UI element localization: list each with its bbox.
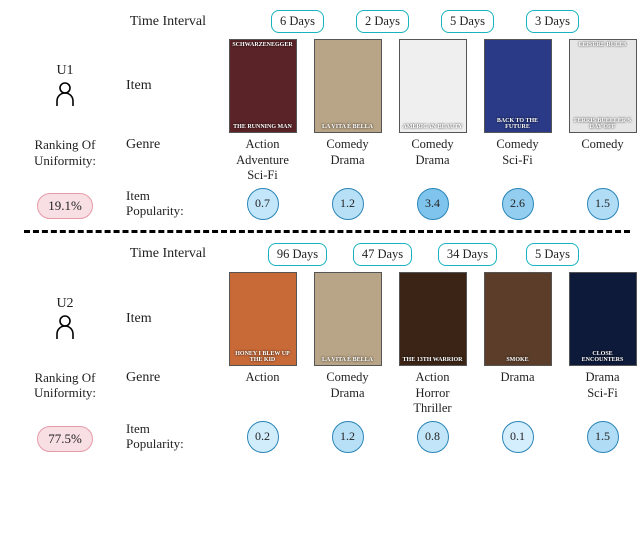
ranking-pill: 77.5% <box>37 426 93 452</box>
genre-row: Ranking Of Uniformity: Genre Action Come… <box>10 370 630 417</box>
genre-label: Genre <box>120 370 220 386</box>
time-chip: 47 Days <box>340 243 425 266</box>
user-block-2: Time Interval 96 Days 47 Days 34 Days 5 … <box>10 243 630 453</box>
ranking-pill: 19.1% <box>37 193 93 219</box>
movie-poster: LA VITA È BELLA <box>314 39 382 133</box>
popularity-label: Item Popularity: <box>120 189 220 219</box>
ranking-label: Ranking Of Uniformity: <box>10 370 120 401</box>
popularity-chip: 1.5 <box>587 421 619 453</box>
time-chip: 6 Days <box>255 10 340 33</box>
time-interval-row: Time Interval 96 Days 47 Days 34 Days 5 … <box>10 243 630 266</box>
time-chip: 96 Days <box>255 243 340 266</box>
user-id: U2 <box>10 296 120 312</box>
user-id: U1 <box>10 63 120 79</box>
time-chip: 2 Days <box>340 10 425 33</box>
genre-text: Action Adventure Sci-Fi <box>220 137 305 184</box>
movie-poster: CLOSE ENCOUNTERS <box>569 272 637 366</box>
movie-poster: LA VITA È BELLA <box>314 272 382 366</box>
genre-text: Drama <box>475 370 560 386</box>
movie-poster: THE 13TH WARRIOR <box>399 272 467 366</box>
popularity-chip: 0.2 <box>247 421 279 453</box>
popularity-chip: 1.2 <box>332 421 364 453</box>
item-row: U2 Item HONEY I BLEW UP THE KID LA VITA … <box>10 272 630 366</box>
genre-text: Comedy Sci-Fi <box>475 137 560 168</box>
popularity-chip: 3.4 <box>417 188 449 220</box>
time-chip: 3 Days <box>510 10 595 33</box>
movie-poster: SMOKE <box>484 272 552 366</box>
popularity-chip: 1.5 <box>587 188 619 220</box>
movie-poster: BACK TO THE FUTURE <box>484 39 552 133</box>
genre-text: Action <box>220 370 305 386</box>
genre-row: Ranking Of Uniformity: Genre Action Adve… <box>10 137 630 184</box>
user-block-1: Time Interval 6 Days 2 Days 5 Days 3 Day… <box>10 10 630 220</box>
genre-text: Comedy <box>560 137 640 153</box>
item-row: U1 Item SCHWARZENEGGERTHE RUNNING MAN LA… <box>10 39 630 133</box>
popularity-row: 19.1% Item Popularity: 0.7 1.2 3.4 2.6 1… <box>10 188 630 220</box>
item-label: Item <box>120 78 220 94</box>
popularity-chip: 1.2 <box>332 188 364 220</box>
time-interval-label: Time Interval <box>10 14 220 30</box>
time-interval-row: Time Interval 6 Days 2 Days 5 Days 3 Day… <box>10 10 630 33</box>
popularity-label: Item Popularity: <box>120 422 220 452</box>
time-chip: 34 Days <box>425 243 510 266</box>
genre-text: Drama Sci-Fi <box>560 370 640 401</box>
user-icon <box>54 314 76 340</box>
movie-poster: AMERICAN BEAUTY <box>399 39 467 133</box>
time-interval-label: Time Interval <box>10 246 220 262</box>
genre-text: Action Horror Thriller <box>390 370 475 417</box>
genre-text: Comedy Drama <box>305 137 390 168</box>
popularity-chip: 0.1 <box>502 421 534 453</box>
popularity-chip: 0.8 <box>417 421 449 453</box>
movie-poster: LEISURE RULESFERRIS BUELLER'S DAY OFF <box>569 39 637 133</box>
movie-poster: HONEY I BLEW UP THE KID <box>229 272 297 366</box>
time-chip: 5 Days <box>510 243 595 266</box>
item-label: Item <box>120 311 220 327</box>
user-icon <box>54 81 76 107</box>
genre-label: Genre <box>120 137 220 153</box>
genre-text: Comedy Drama <box>390 137 475 168</box>
divider <box>24 230 630 233</box>
popularity-chip: 2.6 <box>502 188 534 220</box>
popularity-row: 77.5% Item Popularity: 0.2 1.2 0.8 0.1 1… <box>10 421 630 453</box>
ranking-label: Ranking Of Uniformity: <box>10 137 120 168</box>
genre-text: Comedy Drama <box>305 370 390 401</box>
popularity-chip: 0.7 <box>247 188 279 220</box>
movie-poster: SCHWARZENEGGERTHE RUNNING MAN <box>229 39 297 133</box>
time-chip: 5 Days <box>425 10 510 33</box>
